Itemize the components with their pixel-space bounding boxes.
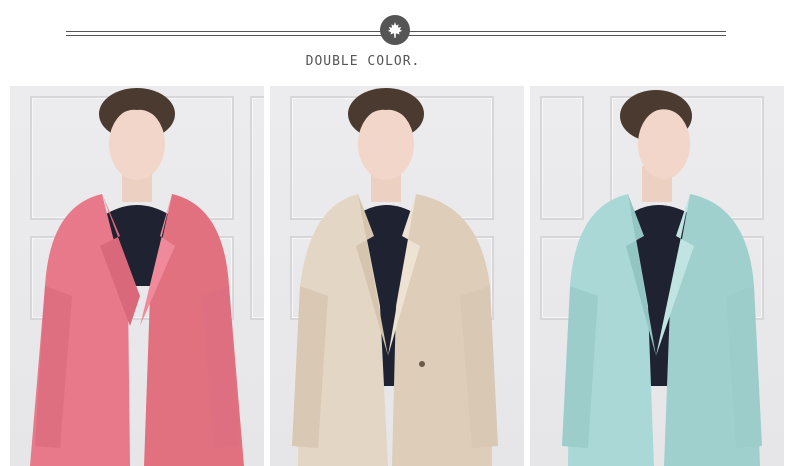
maple-leaf-icon	[387, 21, 403, 38]
product-photo-mint[interactable]	[530, 86, 784, 466]
product-photo-beige[interactable]	[270, 86, 524, 466]
header-emblem	[380, 15, 410, 45]
product-photo-pink[interactable]	[10, 86, 264, 466]
model-figure	[562, 90, 762, 466]
model-figure	[30, 88, 244, 466]
model-figure	[292, 88, 498, 466]
section-title: DOUBLE COLOR.	[305, 54, 421, 69]
